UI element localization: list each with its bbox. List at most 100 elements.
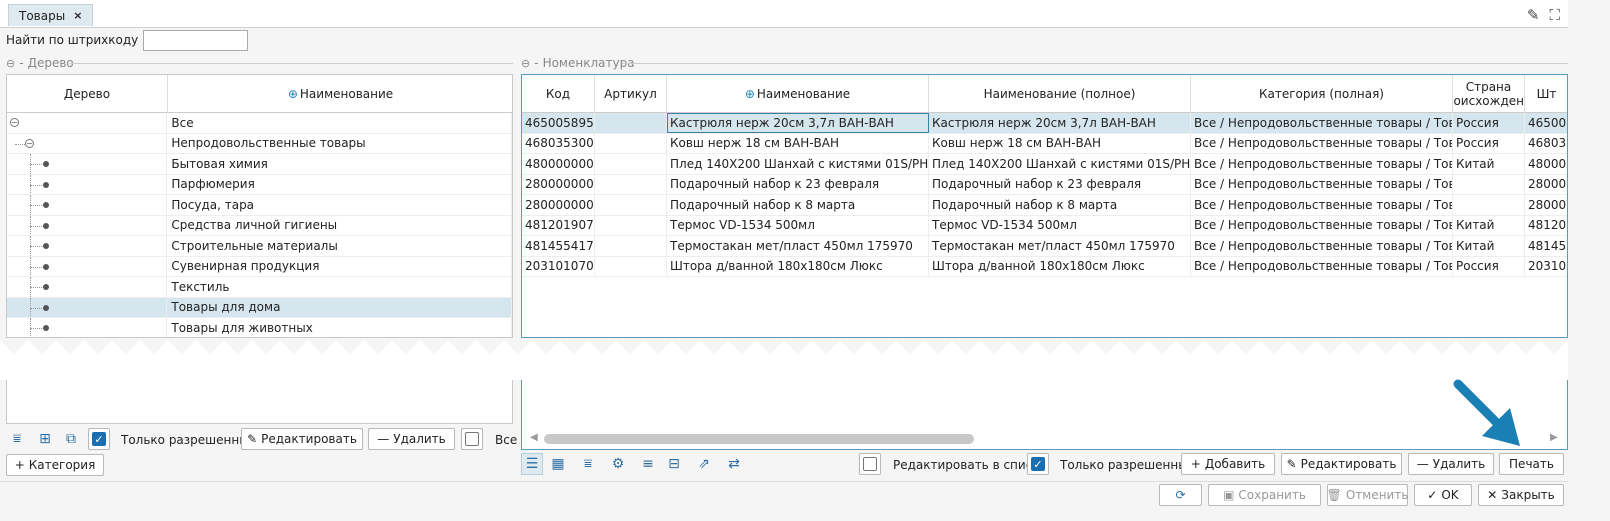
tree-row[interactable]: Посуда, тара	[7, 195, 512, 216]
table-row[interactable]: 48145541759 Термостакан мет/пласт 450мл 1…	[522, 236, 1567, 257]
close-tab-icon[interactable]: ×	[73, 9, 82, 22]
tree-grid-bottom	[6, 380, 513, 424]
plus-icon: +	[1190, 457, 1201, 471]
tree-row[interactable]: Парфюмерия	[7, 174, 512, 195]
column-header[interactable]: Шт	[1525, 75, 1567, 113]
table-row[interactable]: 20310107000 Штора д/ванной 180х180см Люкс…	[522, 256, 1567, 277]
pencil-icon: ✎	[247, 432, 258, 446]
column-header[interactable]: Артикул	[595, 75, 667, 113]
tree-name-cell: Средства личной гигиены	[167, 215, 512, 235]
filter-icon[interactable]: ⩸	[6, 428, 28, 450]
numbered-list-icon[interactable]: ≡	[637, 453, 659, 475]
tree-name-cell: Строительные материалы	[167, 236, 512, 256]
tree-name-cell: Все	[167, 113, 512, 133]
edit-in-list-checkbox[interactable]	[859, 453, 881, 475]
horizontal-scrollbar[interactable]	[544, 434, 974, 444]
only-allowed-checkbox[interactable]: ✓	[88, 428, 110, 450]
tree-edit-button[interactable]: ✎ Редактировать	[241, 428, 363, 450]
copy-icon[interactable]: ⧉	[60, 428, 82, 450]
ok-button[interactable]: ✓ OK	[1414, 484, 1472, 506]
table-cell: Термостакан мет/пласт 450мл 175970	[667, 236, 929, 256]
table-row[interactable]: 28000000004 Подарочный набор к 23 февраля…	[522, 174, 1567, 195]
sort-up-icon: ⊕	[744, 86, 755, 101]
tree-name-cell: Текстиль	[167, 277, 512, 297]
delete-button[interactable]: — Удалить	[1408, 453, 1494, 475]
tree-row[interactable]: Текстиль	[7, 277, 512, 298]
scroll-left-icon[interactable]: ◀	[530, 432, 538, 443]
edit-button[interactable]: ✎ Редактировать	[1281, 453, 1402, 475]
expand-icon[interactable]: ⊞	[34, 428, 56, 450]
table-cell: Китай	[1453, 154, 1525, 174]
table-cell: Россия	[1453, 113, 1525, 133]
collapse-icon[interactable]: ⊖	[6, 57, 15, 70]
scroll-right-icon[interactable]: ▶	[1550, 432, 1558, 443]
tree-panel-title[interactable]: ⊖ - Дерево	[6, 56, 74, 70]
tree-name-cell: Сувенирная продукция	[167, 256, 512, 276]
table-cell: Подарочный набор к 8 марта	[929, 195, 1191, 215]
tree-cell	[7, 154, 168, 174]
nomenclature-panel-title[interactable]: ⊖ - Номенклатура	[521, 56, 635, 70]
tree-cell	[7, 318, 168, 337]
table-row[interactable]: 48000000010 Плед 140Х200 Шанхай с кистями…	[522, 154, 1567, 175]
table-row[interactable]: 46803530057 Ковш нерж 18 см ВАН-ВАНКовш н…	[522, 133, 1567, 154]
table-cell: 20310107000	[522, 256, 595, 276]
tree-row[interactable]: Товары для дома	[7, 297, 512, 318]
table-cell: 48145	[1525, 236, 1567, 256]
tree-row[interactable]: Средства личной гигиены	[7, 215, 512, 236]
fullscreen-icon[interactable]: ⛶	[1549, 6, 1560, 24]
table-row[interactable]: 48120190740 Термос VD-1534 500млТермос VD…	[522, 215, 1567, 236]
filter-icon[interactable]: ⩸	[577, 453, 599, 475]
tree-row[interactable]: − Непродовольственные товары	[7, 133, 512, 154]
table-cell: Кастрюля нерж 20см 3,7л ВАН-ВАН	[667, 113, 929, 133]
tree-row[interactable]: Бытовая химия	[7, 154, 512, 175]
print-button[interactable]: Печать	[1499, 453, 1564, 475]
cancel-button[interactable]: 🗑 Отменить	[1327, 484, 1408, 506]
list-view-icon[interactable]: ☰	[521, 453, 543, 475]
tree-row[interactable]: Товары для животных	[7, 318, 512, 337]
column-header[interactable]: Наименование (полное)	[929, 75, 1191, 113]
save-button[interactable]: ▣ Сохранить	[1208, 484, 1321, 506]
column-header[interactable]: Страна происхождения	[1453, 75, 1525, 113]
table-cell: Штора д/ванной 180х180см Люкс	[929, 256, 1191, 276]
settings-icon[interactable]: ⚙	[607, 453, 629, 475]
collapse-icon[interactable]: ⊖	[521, 57, 530, 70]
add-list-icon[interactable]: ⊟	[663, 453, 685, 475]
barcode-input[interactable]	[143, 30, 248, 51]
table-cell: 28000000004	[522, 195, 595, 215]
close-button[interactable]: ✕ Закрыть	[1478, 484, 1564, 506]
pencil-icon: ✎	[1286, 457, 1297, 471]
tab-goods[interactable]: Товары ×	[8, 4, 94, 26]
tree-name-cell: Товары для животных	[167, 318, 512, 337]
only-allowed-checkbox[interactable]: ✓	[1027, 453, 1049, 475]
refresh-icon: ⟳	[1175, 488, 1186, 502]
table-cell: 48000000010	[522, 154, 595, 174]
tree-row[interactable]: Строительные материалы	[7, 236, 512, 257]
transfer-icon[interactable]: ⇄	[723, 453, 745, 475]
column-header[interactable]: Код	[522, 75, 595, 113]
collapse-node-icon[interactable]: −	[10, 118, 19, 127]
add-button[interactable]: + Добавить	[1181, 453, 1275, 475]
all-checkbox[interactable]	[461, 428, 483, 450]
table-cell: 28000000004	[522, 174, 595, 194]
tree-column-header[interactable]: Дерево	[7, 75, 168, 113]
column-header[interactable]: Категория (полная)	[1191, 75, 1453, 113]
table-row[interactable]: 28000000004 Подарочный набор к 8 мартаПод…	[522, 195, 1567, 216]
tree-cell	[7, 236, 168, 256]
tree-row[interactable]: Сувенирная продукция	[7, 256, 512, 277]
open-external-icon[interactable]: ⇗	[693, 453, 715, 475]
column-header[interactable]: ⊕ Наименование	[667, 75, 929, 113]
trash-icon: 🗑	[1326, 488, 1342, 502]
table-row[interactable]: 46500589565 Кастрюля нерж 20см 3,7л ВАН-В…	[522, 113, 1567, 134]
table-view-icon[interactable]: ▦	[547, 453, 569, 475]
close-icon: ✕	[1487, 488, 1498, 502]
tree-row[interactable]: − Все	[7, 113, 512, 134]
tree-cell: −	[7, 133, 168, 153]
table-cell: Китай	[1453, 215, 1525, 235]
tree-delete-button[interactable]: — Удалить	[368, 428, 455, 450]
add-category-button[interactable]: + Категория	[6, 454, 104, 476]
refresh-button[interactable]: ⟳	[1159, 484, 1202, 506]
name-column-header[interactable]: ⊕ Наименование	[168, 75, 512, 113]
table-cell: 28000	[1525, 175, 1567, 195]
pencil-icon[interactable]: ✎	[1527, 6, 1540, 24]
collapse-node-icon[interactable]: −	[25, 138, 34, 148]
